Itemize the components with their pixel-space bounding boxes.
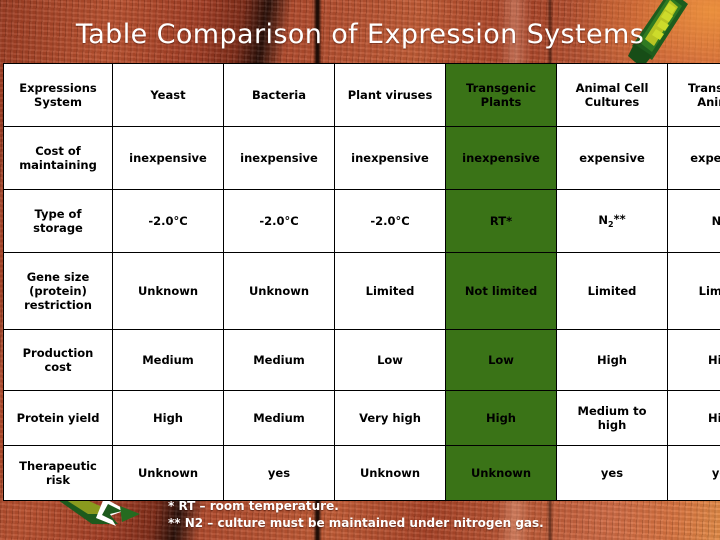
page-title: Table Comparison of Expression Systems xyxy=(75,19,645,50)
comparison-table-container: Expressions System Yeast Bacteria Plant … xyxy=(3,63,720,501)
footnote-n2: ** N2 – culture must be maintained under… xyxy=(168,516,544,530)
cell-prodcost-transgenic-animals: High xyxy=(667,329,720,391)
footnotes-block: * RT – room temperature. ** N2 – culture… xyxy=(168,498,588,532)
row-label-line3: restriction xyxy=(24,298,92,312)
cell-storage-animal-cell-cultures: N2** xyxy=(556,189,668,253)
header-cell-animal-cell-cultures: Animal Cell Cultures xyxy=(556,63,668,127)
row-label-gene-size-restriction: Gene size (protein) restriction xyxy=(3,252,113,330)
cell-storage-yeast: -2.0°C xyxy=(112,189,224,253)
table-row: Production cost Medium Medium Low Low Hi… xyxy=(3,329,720,391)
cell-text-line2: high xyxy=(597,418,627,432)
cell-storage-plant-viruses: -2.0°C xyxy=(334,189,446,253)
cell-risk-yeast: Unknown xyxy=(112,445,224,501)
slide-canvas: Table Comparison of Expression Systems E… xyxy=(0,0,720,540)
row-label-protein-yield: Protein yield xyxy=(3,390,113,446)
header-label-line2: Animals xyxy=(697,95,720,109)
header-label-line1: Transgenic xyxy=(465,81,537,95)
cell-genesize-plant-viruses: Limited xyxy=(334,252,446,330)
table-header-row: Expressions System Yeast Bacteria Plant … xyxy=(3,63,720,127)
cell-yield-transgenic-animals: High xyxy=(667,390,720,446)
cell-genesize-transgenic-plants: Not limited xyxy=(445,252,557,330)
cell-cost-bacteria: inexpensive xyxy=(223,126,335,190)
cell-genesize-bacteria: Unknown xyxy=(223,252,335,330)
cell-storage-transgenic-animals: N/A xyxy=(667,189,720,253)
footnote-rt: * RT – room temperature. xyxy=(168,499,339,513)
cell-yield-transgenic-plants: High xyxy=(445,390,557,446)
row-label-line1: Cost of xyxy=(35,144,81,158)
n2-base: N xyxy=(598,213,608,227)
row-label-line1: Therapeutic xyxy=(19,459,97,473)
cell-prodcost-bacteria: Medium xyxy=(223,329,335,391)
cell-yield-bacteria: Medium xyxy=(223,390,335,446)
cell-storage-bacteria: -2.0°C xyxy=(223,189,335,253)
cell-genesize-yeast: Unknown xyxy=(112,252,224,330)
row-label-line2: storage xyxy=(33,221,83,235)
header-cell-yeast: Yeast xyxy=(112,63,224,127)
cell-yield-animal-cell-cultures: Medium to high xyxy=(556,390,668,446)
cell-prodcost-yeast: Medium xyxy=(112,329,224,391)
row-label-line1: Production xyxy=(22,346,94,360)
cell-prodcost-plant-viruses: Low xyxy=(334,329,446,391)
cell-risk-bacteria: yes xyxy=(223,445,335,501)
cell-cost-animal-cell-cultures: expensive xyxy=(556,126,668,190)
cell-cost-transgenic-animals: expensive xyxy=(667,126,720,190)
row-label-line2: cost xyxy=(44,360,72,374)
cell-cost-yeast: inexpensive xyxy=(112,126,224,190)
cell-genesize-animal-cell-cultures: Limited xyxy=(556,252,668,330)
header-label-line2: Cultures xyxy=(584,95,640,109)
row-label-line2: maintaining xyxy=(19,158,97,172)
cell-risk-transgenic-animals: yes xyxy=(667,445,720,501)
row-label-type-of-storage: Type of storage xyxy=(3,189,113,253)
row-label-therapeutic-risk: Therapeutic risk xyxy=(3,445,113,501)
header-label-line1: Expressions xyxy=(19,81,97,95)
cell-cost-transgenic-plants: inexpensive xyxy=(445,126,557,190)
header-label-line2: Plants xyxy=(480,95,522,109)
cell-risk-plant-viruses: Unknown xyxy=(334,445,446,501)
cell-yield-yeast: High xyxy=(112,390,224,446)
row-label-line2: (protein) xyxy=(29,284,87,298)
cell-text-line1: Medium to xyxy=(577,404,647,418)
header-cell-bacteria: Bacteria xyxy=(223,63,335,127)
header-cell-transgenic-animals: Transgenic Animals xyxy=(667,63,720,127)
row-label-cost-of-maintaining: Cost of maintaining xyxy=(3,126,113,190)
expression-systems-comparison-table: Expressions System Yeast Bacteria Plant … xyxy=(3,63,720,501)
header-label-line1: Transgenic xyxy=(687,81,720,95)
cell-prodcost-animal-cell-cultures: High xyxy=(556,329,668,391)
header-label-line2: System xyxy=(34,95,82,109)
header-cell-expressions-system: Expressions System xyxy=(3,63,113,127)
cell-risk-transgenic-plants: Unknown xyxy=(445,445,557,501)
row-label-line1: Type of xyxy=(34,207,82,221)
n2-subscript: 2 xyxy=(608,220,614,229)
cell-genesize-transgenic-animals: Limited xyxy=(667,252,720,330)
n2-asterisks: ** xyxy=(613,212,626,226)
header-cell-plant-viruses: Plant viruses xyxy=(334,63,446,127)
cell-cost-plant-viruses: inexpensive xyxy=(334,126,446,190)
table-row: Therapeutic risk Unknown yes Unknown Unk… xyxy=(3,445,720,501)
table-row: Gene size (protein) restriction Unknown … xyxy=(3,252,720,330)
table-row: Protein yield High Medium Very high High… xyxy=(3,390,720,446)
cell-risk-animal-cell-cultures: yes xyxy=(556,445,668,501)
cell-prodcost-transgenic-plants: Low xyxy=(445,329,557,391)
header-cell-transgenic-plants: Transgenic Plants xyxy=(445,63,557,127)
row-label-line2: risk xyxy=(45,473,71,487)
row-label-line1: Gene size xyxy=(26,270,90,284)
cell-storage-transgenic-plants: RT* xyxy=(445,189,557,253)
table-row: Type of storage -2.0°C -2.0°C -2.0°C RT*… xyxy=(3,189,720,253)
row-label-production-cost: Production cost xyxy=(3,329,113,391)
cell-yield-plant-viruses: Very high xyxy=(334,390,446,446)
table-row: Cost of maintaining inexpensive inexpens… xyxy=(3,126,720,190)
header-label-line1: Animal Cell xyxy=(575,81,649,95)
